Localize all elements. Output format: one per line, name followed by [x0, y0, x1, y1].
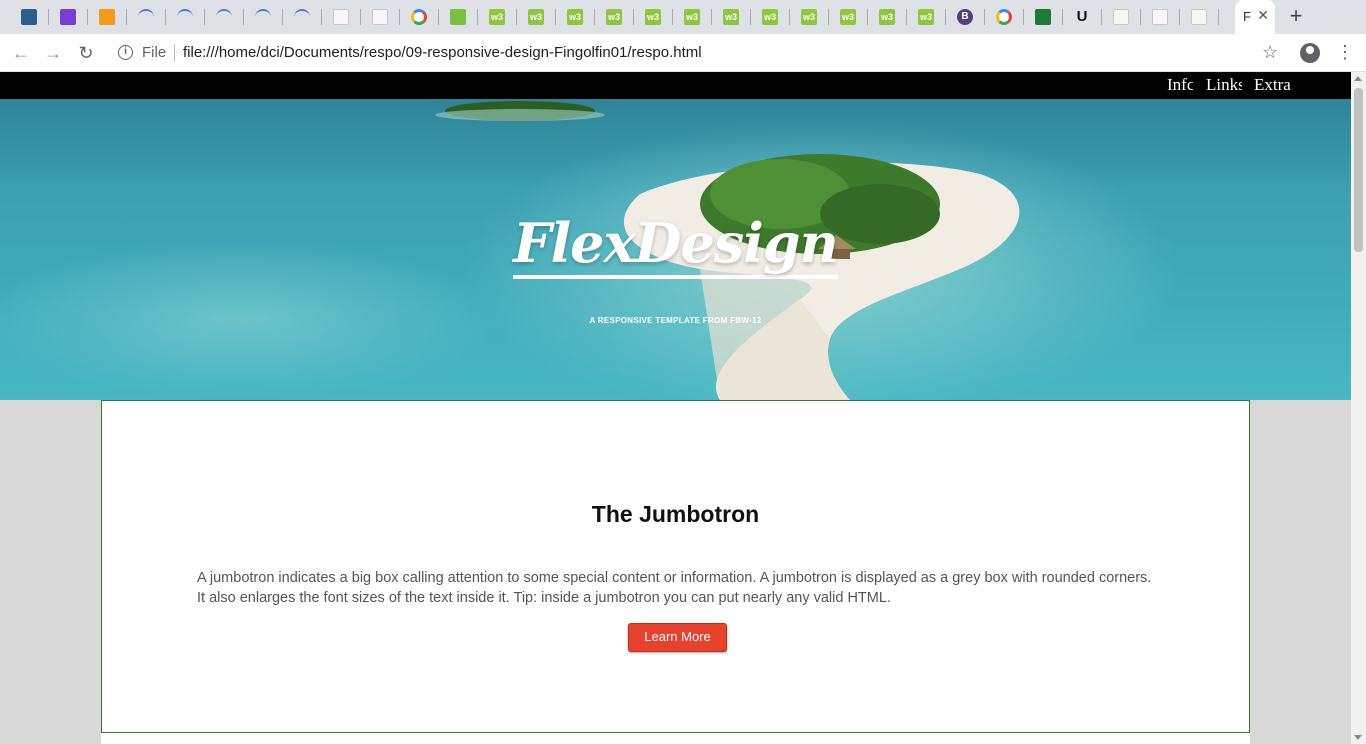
google-icon [411, 9, 427, 25]
scrollbar-thumb[interactable] [1354, 88, 1363, 252]
site-title: FlexDesign [0, 211, 1351, 279]
browser-tab[interactable]: w3 [712, 0, 751, 34]
w3schools-icon: w3 [684, 9, 700, 25]
browser-tab[interactable]: U [1063, 0, 1102, 34]
network-icon [177, 9, 193, 25]
jumbotron: The Jumbotron A jumbotron indicates a bi… [101, 400, 1250, 733]
network-icon [255, 9, 271, 25]
active-tab[interactable]: F ✕ [1235, 0, 1275, 34]
blank-page-icon [1191, 9, 1207, 25]
browser-tab[interactable]: w3 [634, 0, 673, 34]
w3schools-icon: w3 [606, 9, 622, 25]
network-icon [138, 9, 154, 25]
scroll-up-arrow-icon[interactable] [1354, 76, 1362, 81]
forward-arrow-icon[interactable]: → [42, 42, 64, 64]
site-subtitle: A RESPONSIVE TEMPLATE FROM FBW-12 [589, 316, 762, 325]
blank-page-icon [333, 9, 349, 25]
browser-tab[interactable] [127, 0, 166, 34]
google-icon [996, 9, 1012, 25]
w3schools-icon: w3 [567, 9, 583, 25]
blank-page-icon [1113, 9, 1129, 25]
browser-tab[interactable]: w3 [829, 0, 868, 34]
browser-tab[interactable] [1024, 0, 1063, 34]
browser-tab[interactable] [205, 0, 244, 34]
back-arrow-icon[interactable]: ← [10, 42, 32, 64]
browser-tab[interactable] [439, 0, 478, 34]
security-chip[interactable]: File [142, 44, 166, 61]
browser-tab[interactable] [985, 0, 1024, 34]
page-scrollbar[interactable] [1351, 72, 1366, 744]
url-text[interactable]: file:///home/dci/Documents/respo/09-resp… [183, 44, 702, 61]
address-divider [174, 44, 175, 62]
nav-link-extra[interactable]: Extra [1254, 75, 1291, 95]
browser-tab[interactable] [10, 0, 49, 34]
blank-page-icon [372, 9, 388, 25]
profile-avatar-icon[interactable] [1300, 43, 1320, 63]
network-icon [216, 9, 232, 25]
scroll-down-arrow-icon[interactable] [1354, 735, 1362, 740]
w3schools-icon: w3 [645, 9, 661, 25]
nav-link-info[interactable]: Infc [1167, 75, 1193, 95]
browser-tab[interactable]: w3 [673, 0, 712, 34]
new-tab-button[interactable]: + [1284, 4, 1308, 28]
browser-tab[interactable]: w3 [478, 0, 517, 34]
w3schools-icon: w3 [840, 9, 856, 25]
browser-tab[interactable]: w3 [556, 0, 595, 34]
browser-tab[interactable]: w3 [751, 0, 790, 34]
w3schools-icon: w3 [528, 9, 544, 25]
reload-icon[interactable]: ↻ [75, 42, 97, 64]
network-icon [294, 9, 310, 25]
jumbotron-heading: The Jumbotron [591, 501, 760, 527]
browser-tab[interactable] [166, 0, 205, 34]
browser-tab[interactable]: B [946, 0, 985, 34]
browser-tab[interactable] [244, 0, 283, 34]
browser-tab[interactable] [1102, 0, 1141, 34]
top-navbar: Infc Links Extra [0, 72, 1351, 99]
tab-separator [1218, 9, 1219, 25]
jumbotron-text: A jumbotron indicates a big box calling … [197, 570, 1152, 606]
bootstrap-icon: B [957, 9, 973, 25]
w3schools-icon: w3 [762, 9, 778, 25]
github-avatar-icon [21, 9, 37, 25]
browser-tab[interactable] [1180, 0, 1219, 34]
android-icon [450, 9, 466, 25]
next-section [101, 733, 1250, 744]
browser-tab[interactable]: w3 [790, 0, 829, 34]
code-editor-icon [1035, 9, 1051, 25]
w3schools-icon: w3 [801, 9, 817, 25]
w3schools-icon: w3 [723, 9, 739, 25]
browser-tab[interactable] [322, 0, 361, 34]
browser-tab[interactable]: w3 [907, 0, 946, 34]
browser-tab[interactable]: w3 [868, 0, 907, 34]
w3schools-icon: w3 [489, 9, 505, 25]
hero-banner: FlexDesign A RESPONSIVE TEMPLATE FROM FB… [0, 99, 1351, 400]
active-tab-title: F [1243, 9, 1251, 24]
w3schools-icon: w3 [918, 9, 934, 25]
udemy-icon: U [1076, 8, 1088, 25]
blank-page-icon [1152, 9, 1168, 25]
browser-toolbar: ← → ↻ i File file:///home/dci/Documents/… [0, 34, 1366, 72]
browser-tab[interactable] [361, 0, 400, 34]
browser-tab[interactable] [1141, 0, 1180, 34]
w3schools-icon: w3 [879, 9, 895, 25]
site-title-text: FlexDesign [513, 211, 839, 279]
tab-strip: w3 w3 w3 w3 w3 w3 w3 w3 w3 w3 w3 w3 B U F ✕ + [0, 0, 1366, 34]
address-bar[interactable]: i File file:///home/dci/Documents/respo/… [112, 38, 1292, 68]
close-tab-icon[interactable]: ✕ [1257, 7, 1269, 24]
browser-tab[interactable] [400, 0, 439, 34]
browser-tab[interactable]: w3 [595, 0, 634, 34]
info-icon[interactable]: i [118, 45, 133, 60]
learn-more-button[interactable]: Learn More [628, 623, 727, 652]
menu-kebab-icon[interactable]: ⋮ [1336, 42, 1354, 62]
search-magnifier-icon [99, 9, 115, 25]
page-viewport: Infc Links Extra FlexDesign A RESPONSIVE… [0, 72, 1351, 744]
browser-tab[interactable]: w3 [517, 0, 556, 34]
browser-tab[interactable] [49, 0, 88, 34]
colorful-app-icon [60, 9, 76, 25]
browser-tab[interactable] [283, 0, 322, 34]
bookmark-star-icon[interactable]: ☆ [1262, 42, 1278, 63]
browser-tab[interactable] [88, 0, 127, 34]
nav-link-links[interactable]: Links [1206, 75, 1242, 95]
